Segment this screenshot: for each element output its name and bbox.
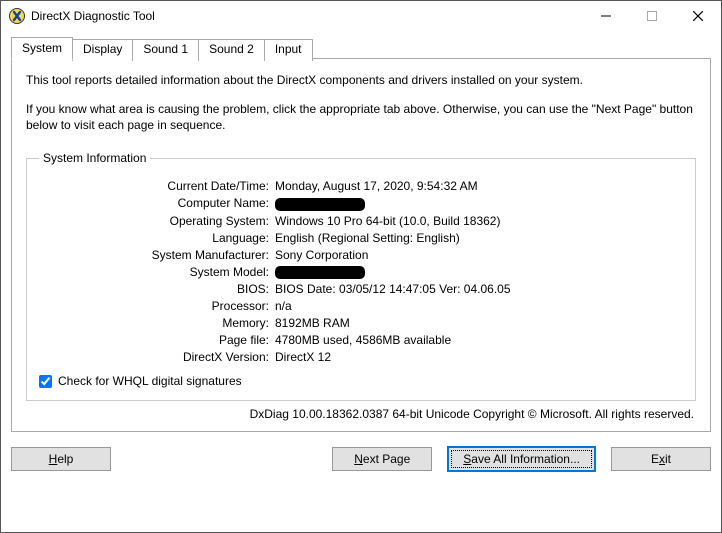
label-directx: DirectX Version:: [39, 350, 269, 364]
tab-label: Sound 2: [209, 42, 254, 56]
btn-label: ave All Information...: [471, 452, 580, 466]
value-processor: n/a: [275, 299, 683, 313]
tab-label: System: [22, 41, 62, 55]
value-os: Windows 10 Pro 64-bit (10.0, Build 18362…: [275, 214, 683, 228]
btn-label: ext Page: [363, 452, 410, 466]
titlebar: DirectX Diagnostic Tool: [1, 1, 721, 31]
label-processor: Processor:: [39, 299, 269, 313]
label-os: Operating System:: [39, 214, 269, 228]
value-datetime: Monday, August 17, 2020, 9:54:32 AM: [275, 179, 683, 193]
value-computer-name: [275, 196, 683, 210]
value-memory: 8192MB RAM: [275, 316, 683, 330]
label-memory: Memory:: [39, 316, 269, 330]
label-datetime: Current Date/Time:: [39, 179, 269, 193]
tab-display[interactable]: Display: [72, 39, 133, 61]
whql-checkbox[interactable]: [39, 375, 52, 388]
minimize-button[interactable]: [583, 1, 629, 31]
redacted-value: [275, 198, 365, 211]
system-information-group: System Information Current Date/Time: Mo…: [26, 151, 696, 401]
btn-label: elp: [57, 452, 73, 466]
footer-copyright: DxDiag 10.00.18362.0387 64-bit Unicode C…: [26, 407, 694, 421]
label-manufacturer: System Manufacturer:: [39, 248, 269, 262]
whql-checkbox-row[interactable]: Check for WHQL digital signatures: [39, 374, 683, 388]
label-bios: BIOS:: [39, 282, 269, 296]
tab-sound1[interactable]: Sound 1: [132, 39, 199, 61]
redacted-value: [275, 266, 365, 279]
close-button[interactable]: [675, 1, 721, 31]
tab-label: Display: [83, 42, 122, 56]
value-directx: DirectX 12: [275, 350, 683, 364]
dxdiag-icon: [9, 8, 25, 24]
intro-text-1: This tool reports detailed information a…: [26, 73, 696, 87]
tab-sound2[interactable]: Sound 2: [198, 39, 265, 61]
tab-panel-system: This tool reports detailed information a…: [11, 58, 711, 432]
help-button[interactable]: Help: [11, 447, 111, 471]
value-manufacturer: Sony Corporation: [275, 248, 683, 262]
tab-label: Sound 1: [143, 42, 188, 56]
system-information-legend: System Information: [39, 151, 150, 165]
intro-text-2: If you know what area is causing the pro…: [26, 101, 696, 133]
tab-label: Input: [275, 42, 302, 56]
btn-label: it: [665, 452, 671, 466]
tab-bar: System Display Sound 1 Sound 2 Input: [11, 37, 711, 59]
label-language: Language:: [39, 231, 269, 245]
exit-button[interactable]: Exit: [611, 447, 711, 471]
next-page-button[interactable]: Next Page: [332, 447, 432, 471]
label-pagefile: Page file:: [39, 333, 269, 347]
value-bios: BIOS Date: 03/05/12 14:47:05 Ver: 04.06.…: [275, 282, 683, 296]
maximize-button[interactable]: [629, 1, 675, 31]
label-computer-name: Computer Name:: [39, 196, 269, 210]
value-model: [275, 265, 683, 279]
whql-label: Check for WHQL digital signatures: [58, 374, 242, 388]
tab-input[interactable]: Input: [264, 39, 313, 61]
value-language: English (Regional Setting: English): [275, 231, 683, 245]
window-title: DirectX Diagnostic Tool: [31, 9, 583, 23]
save-all-button[interactable]: Save All Information...: [448, 447, 595, 471]
tab-system[interactable]: System: [11, 37, 73, 60]
value-pagefile: 4780MB used, 4586MB available: [275, 333, 683, 347]
label-model: System Model:: [39, 265, 269, 279]
